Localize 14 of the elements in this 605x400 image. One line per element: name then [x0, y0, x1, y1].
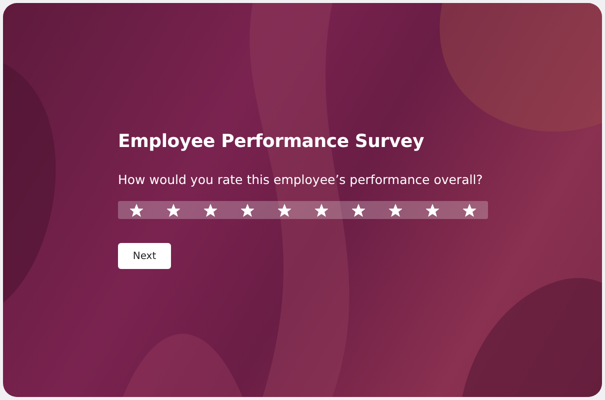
star-icon[interactable] [389, 204, 402, 216]
star-icon[interactable] [167, 204, 180, 216]
survey-title: Employee Performance Survey [118, 131, 424, 152]
star-icon[interactable] [278, 204, 291, 216]
star-icon[interactable] [130, 204, 143, 216]
star-icon[interactable] [204, 204, 217, 216]
star-icon[interactable] [315, 204, 328, 216]
star-rating[interactable] [130, 204, 476, 216]
star-icon[interactable] [241, 204, 254, 216]
next-button[interactable]: Next [118, 243, 171, 269]
star-icon[interactable] [426, 204, 439, 216]
question-text: How would you rate this employee’s performance overall? [118, 172, 483, 187]
star-icon[interactable] [352, 204, 365, 216]
star-icon[interactable] [463, 204, 476, 216]
